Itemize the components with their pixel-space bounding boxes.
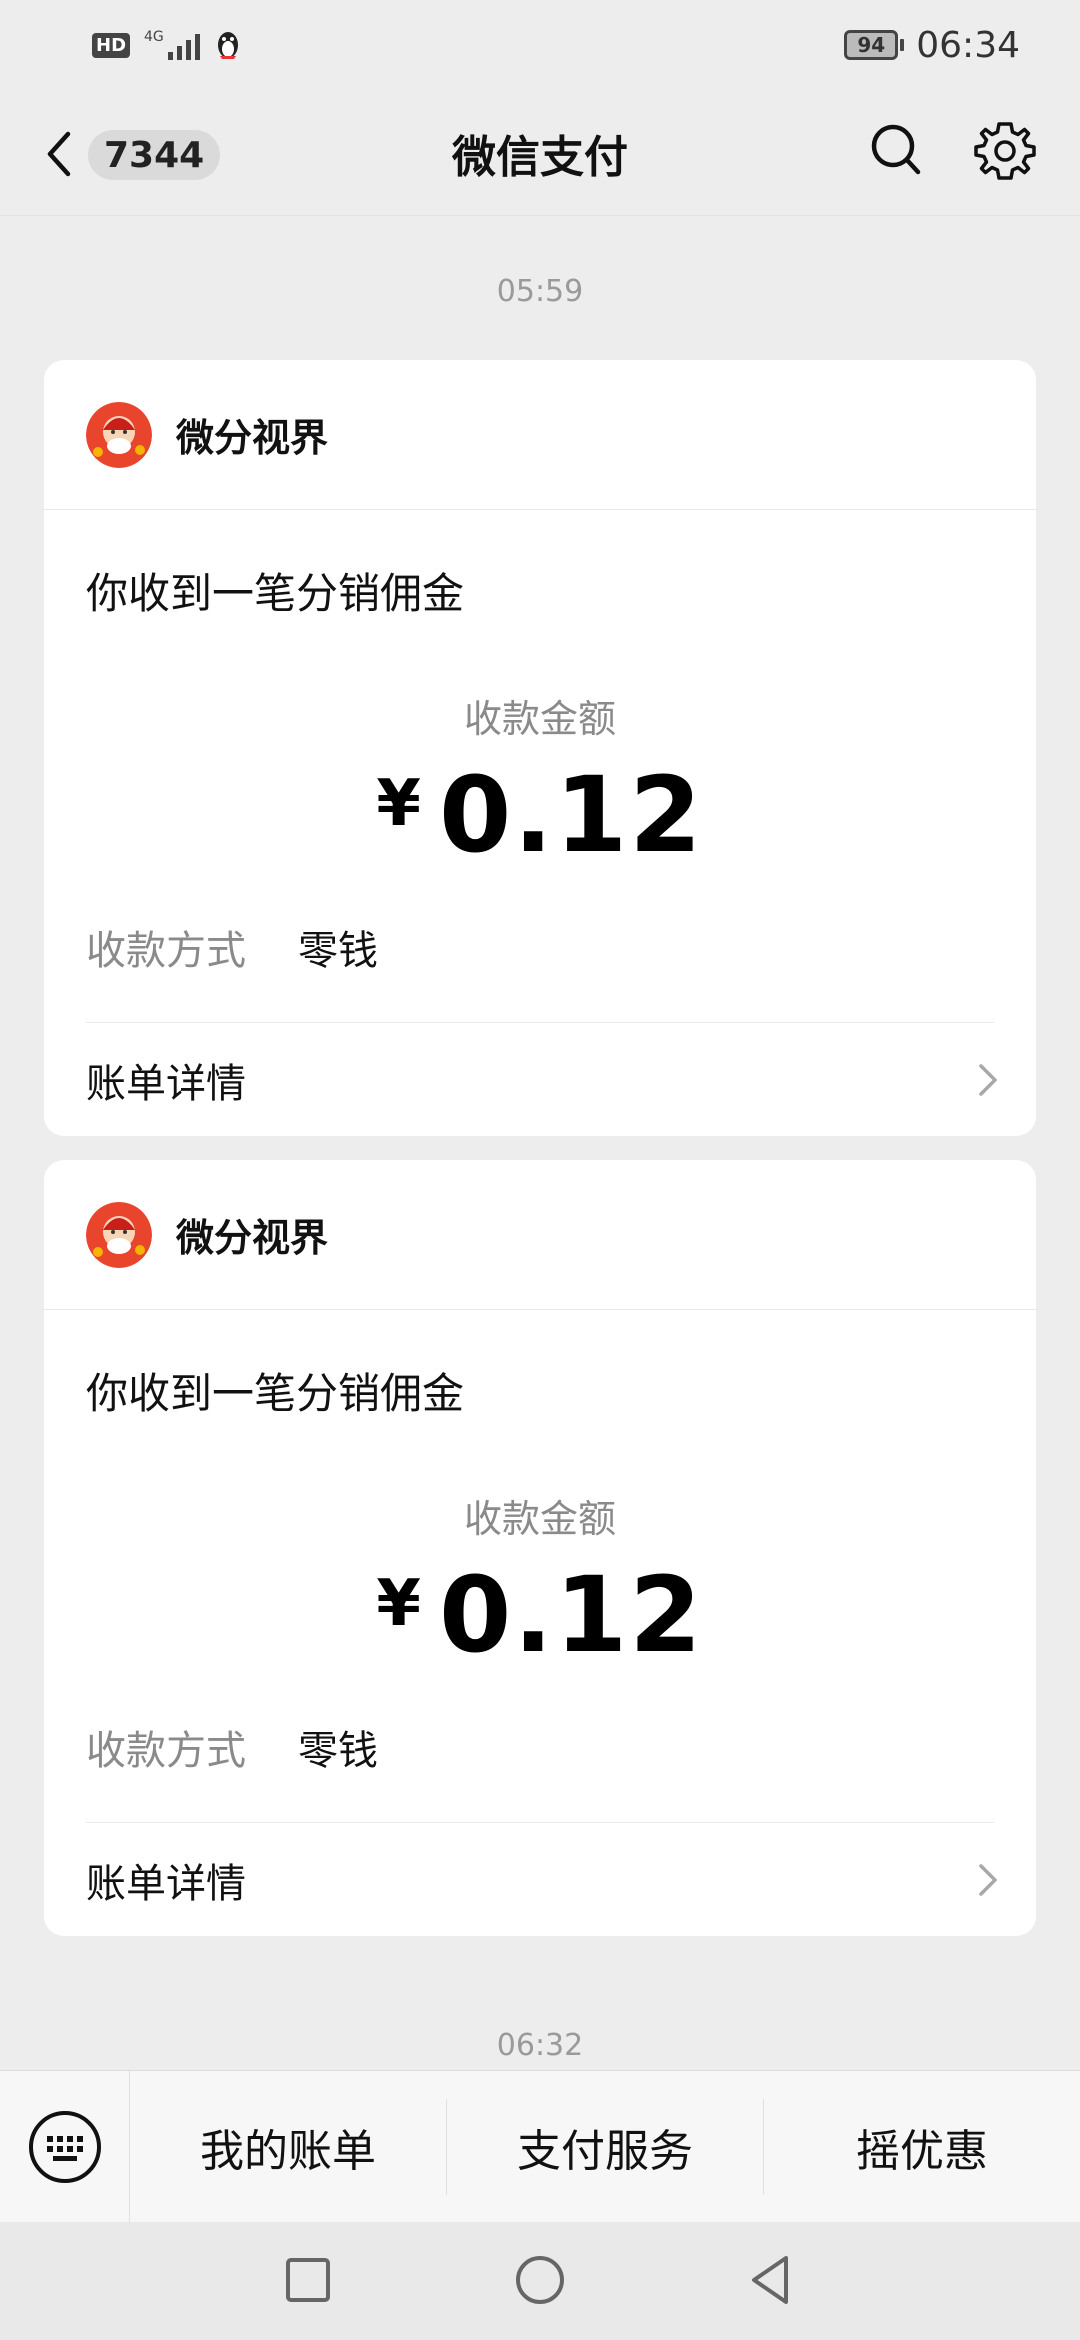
payment-method-label: 收款方式 — [86, 928, 246, 974]
payment-method-row: 收款方式 零钱 — [86, 1718, 378, 1776]
menu-my-bills[interactable]: 我的账单 — [130, 2098, 447, 2195]
payment-method-value: 零钱 — [298, 928, 378, 974]
menu-payment-services[interactable]: 支付服务 — [447, 2098, 764, 2195]
message-time: 05:59 — [496, 274, 584, 309]
nav-divider — [0, 215, 1080, 216]
message-time: 06:32 — [496, 2028, 584, 2063]
signal-strength-icon: 4G — [144, 30, 200, 60]
home-icon[interactable] — [508, 2248, 572, 2312]
amount: ¥ 0.12 — [44, 1554, 1036, 1676]
nav-bar: 微信支付 7344 — [0, 90, 1080, 216]
recent-apps-icon[interactable] — [276, 2248, 340, 2312]
bill-details-link[interactable]: 账单详情 — [44, 1823, 1036, 1936]
menu-shake-offers[interactable]: 摇优惠 — [764, 2099, 1080, 2195]
bill-details-label: 账单详情 — [86, 1060, 246, 1107]
payment-method-label: 收款方式 — [86, 1728, 246, 1774]
keyboard-icon — [28, 2110, 101, 2183]
payment-method-row: 收款方式 零钱 — [86, 918, 378, 976]
chevron-right-icon — [979, 1863, 997, 1896]
status-bar: HD 4G 94 06:34 — [0, 0, 1080, 90]
merchant-name: 微分视界 — [176, 1216, 329, 1260]
qq-penguin-icon — [217, 32, 238, 59]
card-header: 微分视界 — [44, 1160, 1036, 1310]
network-type: 4G — [144, 29, 164, 45]
notice-title: 你收到一笔分销佣金 — [86, 1369, 465, 1418]
amount-value: 0.12 — [438, 754, 704, 876]
status-right: 94 06:34 — [844, 25, 1020, 66]
card-header: 微分视界 — [44, 360, 1036, 510]
merchant-name: 微分视界 — [176, 416, 329, 460]
battery-icon: 94 — [844, 30, 905, 60]
hd-badge: HD — [92, 32, 131, 58]
currency-symbol: ¥ — [376, 767, 421, 841]
amount: ¥ 0.12 — [44, 754, 1036, 876]
gear-icon[interactable] — [974, 120, 1036, 182]
status-left: HD 4G — [92, 29, 242, 61]
amount-label: 收款金额 — [463, 697, 616, 741]
battery-level: 94 — [844, 30, 899, 60]
back-triangle-icon[interactable] — [740, 2248, 804, 2312]
bottom-menu: 我的账单 支付服务 摇优惠 — [0, 2070, 1080, 2223]
payment-notice-card[interactable]: 微分视界 你收到一笔分销佣金 收款金额 ¥ 0.12 收款方式 零钱 账单详情 — [44, 1160, 1036, 1936]
search-icon[interactable] — [868, 120, 924, 180]
keyboard-toggle-button[interactable] — [0, 2070, 130, 2223]
currency-symbol: ¥ — [376, 1567, 421, 1641]
bill-details-link[interactable]: 账单详情 — [44, 1023, 1036, 1136]
system-navigation-bar — [0, 2222, 1080, 2340]
bill-details-label: 账单详情 — [86, 1860, 246, 1907]
merchant-avatar[interactable] — [86, 401, 152, 468]
clock: 06:34 — [916, 24, 1020, 66]
unread-count-badge[interactable]: 7344 — [88, 130, 221, 180]
amount-value: 0.12 — [438, 1554, 704, 1676]
back-arrow-icon[interactable] — [40, 126, 80, 182]
amount-label: 收款金额 — [463, 1497, 616, 1541]
payment-notice-card[interactable]: 微分视界 你收到一笔分销佣金 收款金额 ¥ 0.12 收款方式 零钱 账单详情 — [44, 360, 1036, 1136]
chevron-right-icon — [979, 1063, 997, 1096]
payment-method-value: 零钱 — [298, 1728, 378, 1774]
merchant-avatar[interactable] — [86, 1201, 152, 1268]
notice-title: 你收到一笔分销佣金 — [86, 569, 465, 618]
